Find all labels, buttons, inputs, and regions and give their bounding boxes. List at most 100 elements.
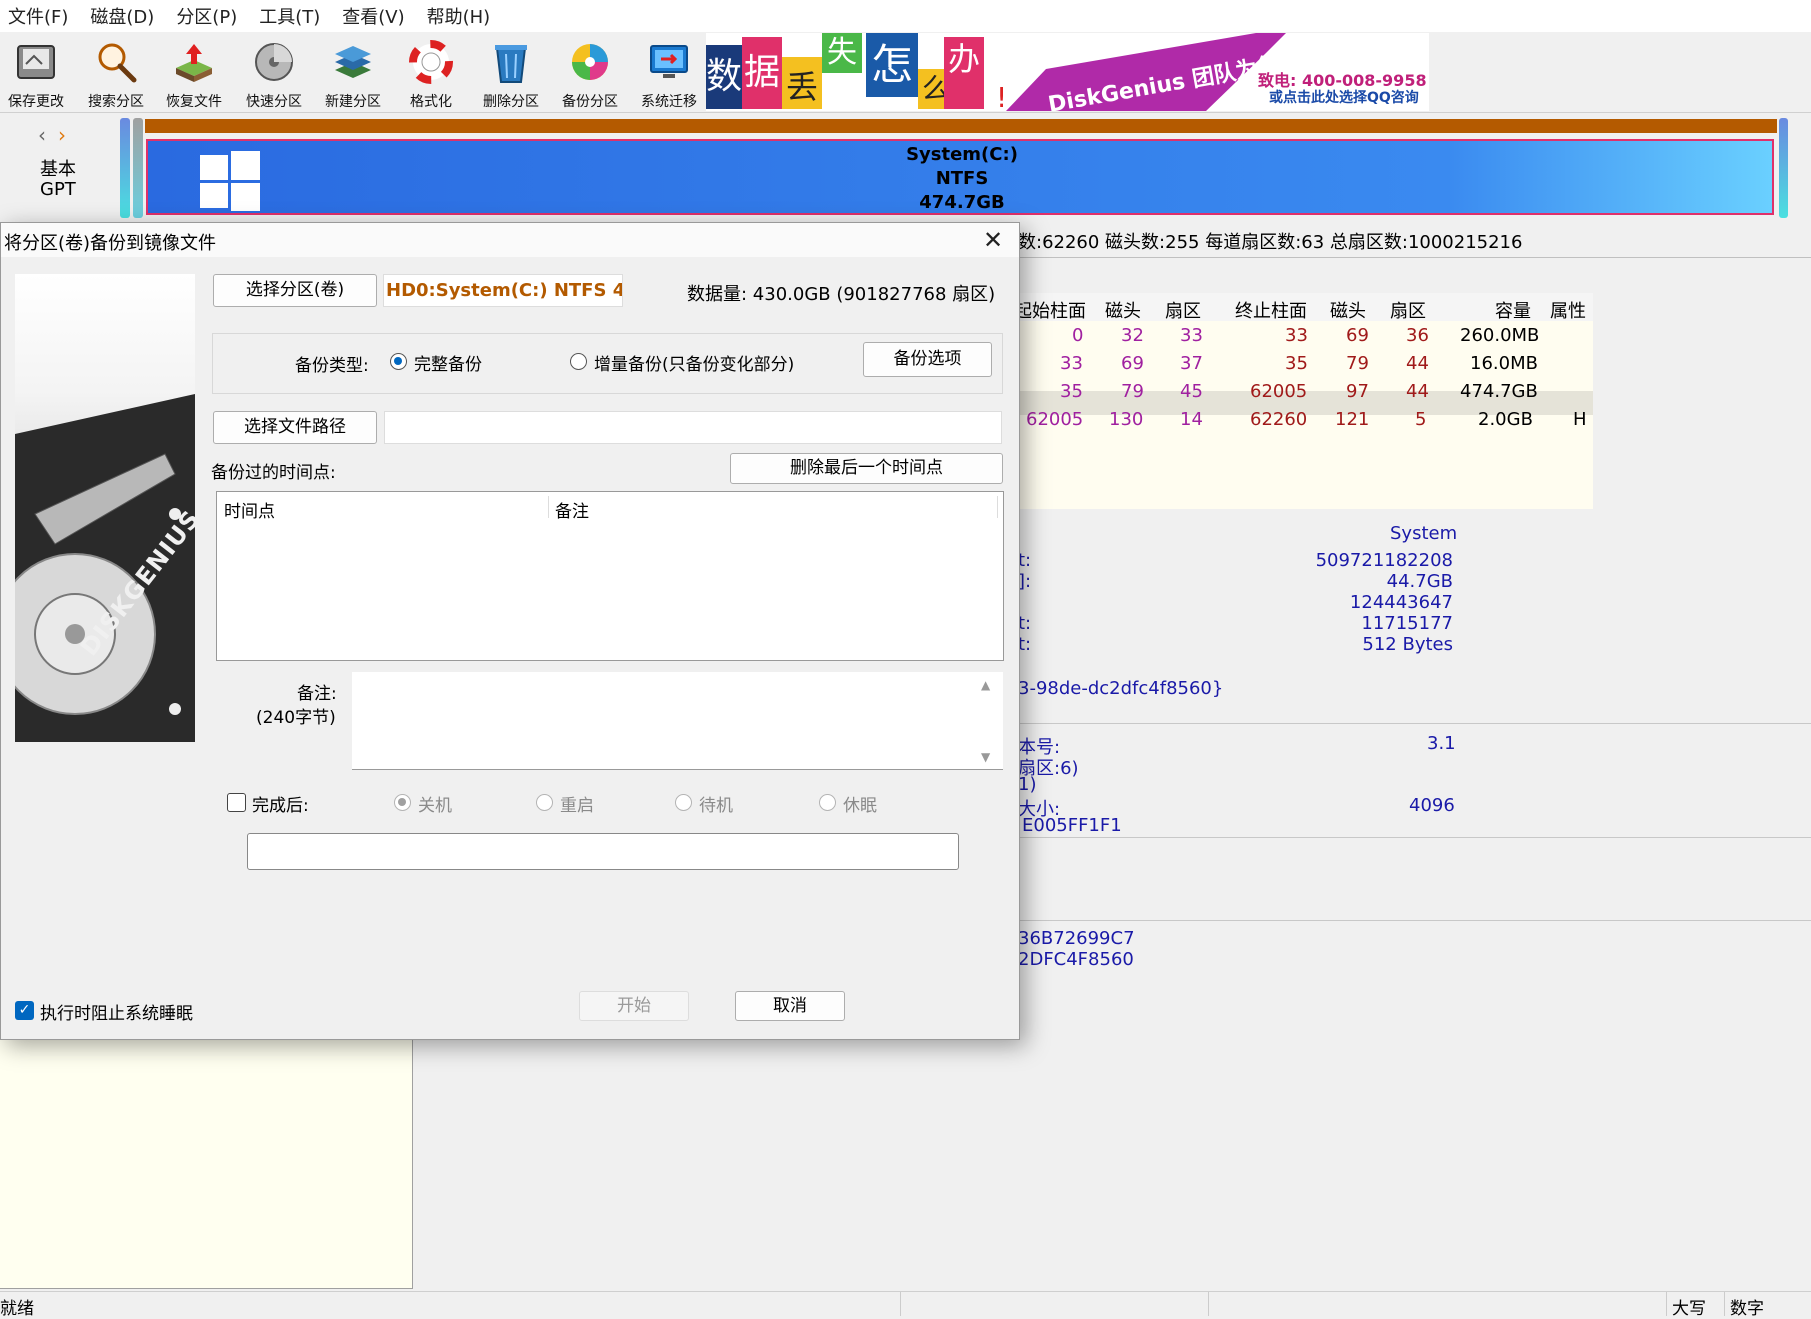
caps-lock-indicator: 大写 (1672, 1299, 1706, 1319)
recover-files-icon (176, 44, 212, 82)
col-header-timepoint[interactable]: 时间点 (224, 497, 275, 522)
shutdown-radio[interactable] (394, 794, 411, 811)
quick-partition-icon (255, 43, 293, 81)
divider (900, 1292, 901, 1316)
detail-total-clusters: 124443647 (1349, 592, 1453, 613)
standby-label: 待机 (699, 796, 733, 816)
select-file-path-button[interactable]: 选择文件路径 (213, 411, 377, 444)
divider (1208, 1292, 1209, 1316)
next-disk-icon[interactable]: › (58, 123, 66, 147)
banner-qq-link[interactable]: 或点击此处选择QQ咨询 (1269, 87, 1419, 107)
hibernate-radio[interactable] (819, 794, 836, 811)
partition-name: System(C:) (906, 144, 1018, 165)
col-header-note[interactable]: 备注 (555, 497, 589, 522)
disk-map-area: ‹ › 基本 GPT System(C:) NTFS 474.7GB (0, 113, 1811, 223)
progress-bar (247, 833, 959, 870)
magnifier-icon (98, 43, 137, 83)
note-textarea[interactable] (352, 672, 1003, 770)
dialog-title: 将分区(卷)备份到镜像文件 (4, 233, 217, 254)
close-icon[interactable]: ✕ (973, 223, 1013, 257)
col-header-head[interactable]: 磁头 (1105, 297, 1141, 323)
divider (1018, 257, 1811, 258)
full-backup-radio[interactable] (390, 353, 407, 370)
banner-char: 失 (822, 33, 862, 73)
delete-last-timepoint-button[interactable]: 删除最后一个时间点 (730, 453, 1003, 484)
full-backup-label: 完整备份 (414, 355, 482, 375)
menu-partition[interactable]: 分区(P) (176, 3, 237, 29)
partition-header-bar (145, 119, 1777, 133)
new-partition-icon (335, 46, 371, 78)
new-partition-button[interactable]: 新建分区 (314, 32, 392, 112)
prevent-sleep-checkbox[interactable]: ✓ (15, 1001, 34, 1020)
standby-radio[interactable] (675, 794, 692, 811)
prev-disk-icon[interactable]: ‹ (38, 123, 46, 147)
dialog-titlebar: 将分区(卷)备份到镜像文件 ✕ (1, 223, 1019, 257)
scroll-up-icon[interactable]: ▲ (981, 678, 990, 692)
hard-drive-image: DISKGENIUS (15, 274, 195, 742)
save-changes-button[interactable]: 保存更改 (0, 32, 75, 112)
menu-help[interactable]: 帮助(H) (427, 3, 491, 29)
menu-view[interactable]: 查看(V) (342, 3, 404, 29)
menu-file[interactable]: 文件(F) (8, 3, 68, 29)
menu-disk[interactable]: 磁盘(D) (90, 3, 154, 29)
restart-label: 重启 (560, 796, 594, 816)
scroll-down-icon[interactable]: ▼ (981, 750, 990, 764)
shutdown-label: 关机 (418, 796, 452, 816)
divider (1018, 837, 1811, 838)
divider (1018, 723, 1811, 724)
incremental-backup-radio[interactable] (570, 353, 587, 370)
after-completion-checkbox[interactable] (227, 793, 246, 812)
detail-guid: 3-98de-dc2dfc4f8560} (1018, 678, 1224, 699)
status-text: 就绪 (0, 1299, 34, 1319)
system-migration-button[interactable]: 系统迁移 (630, 32, 708, 112)
start-button[interactable]: 开始 (579, 991, 689, 1021)
partition-size: 474.7GB (919, 192, 1005, 213)
partition-system-c[interactable]: System(C:) NTFS 474.7GB (146, 139, 1774, 215)
quick-partition-button[interactable]: 快速分区 (235, 32, 313, 112)
backup-options-button[interactable]: 备份选项 (863, 342, 992, 377)
disk-style-label: GPT (40, 179, 76, 200)
select-partition-button[interactable]: 选择分区(卷) (213, 274, 377, 307)
partition-strip-recovery[interactable] (1779, 118, 1788, 218)
delete-partition-button[interactable]: 删除分区 (472, 32, 550, 112)
col-header-start-cyl[interactable]: 起始柱面 (1014, 297, 1086, 323)
partition-strip-msr[interactable] (133, 118, 143, 218)
backup-to-image-dialog: 将分区(卷)备份到镜像文件 ✕ DISKGENIUS 选择分区(卷) HD0:S… (0, 222, 1020, 1040)
menu-tools[interactable]: 工具(T) (259, 3, 320, 29)
disk-type-label: 基本 (40, 159, 76, 180)
timepoints-list[interactable]: 时间点 备注 (216, 491, 1004, 661)
divider (1018, 920, 1811, 921)
save-disk-icon (17, 45, 55, 79)
divider (1666, 1292, 1667, 1316)
disk-geometry-info: 数:62260 磁头数:255 每道扇区数:63 总扇区数:1000215216 (1018, 232, 1523, 253)
search-partition-button[interactable]: 搜索分区 (77, 32, 155, 112)
data-amount-label: 数据量: 430.0GB (901827768 扇区) (687, 284, 996, 305)
recover-files-button[interactable]: 恢复文件 (155, 32, 233, 112)
hibernate-label: 休眠 (843, 796, 877, 816)
advertisement-banner[interactable]: 数 据 丢 失 怎 么 办 ! DiskGenius 团队为您服务 致电: 40… (706, 33, 1429, 111)
detail-total-bytes: 509721182208 (1315, 550, 1453, 571)
col-header-end-cyl[interactable]: 终止柱面 (1235, 297, 1307, 323)
trash-bin-icon (495, 45, 527, 83)
detail-free-clusters: 11715177 (1361, 613, 1453, 634)
prevent-sleep-label: 执行时阻止系统睡眠 (40, 1004, 193, 1024)
format-button[interactable]: 格式化 (392, 32, 470, 112)
banner-char: 办 (944, 37, 984, 109)
detail-paren-label: 1) (1018, 774, 1037, 795)
col-header-attr[interactable]: 属性 (1550, 297, 1586, 323)
note-limit-label: (240字节) (256, 708, 336, 728)
disk-tree-panel[interactable] (0, 1038, 413, 1289)
partition-strip-efi[interactable] (120, 118, 130, 218)
col-header-end-head[interactable]: 磁头 (1330, 297, 1366, 323)
col-header-end-sector[interactable]: 扇区 (1390, 297, 1426, 323)
detail-version-value: 3.1 (1427, 733, 1456, 754)
col-header-capacity[interactable]: 容量 (1495, 297, 1531, 323)
detail-hex2: 36B72699C7 (1018, 928, 1135, 949)
cancel-button[interactable]: 取消 (735, 991, 845, 1021)
selected-partition-field: HD0:System(C:) NTFS 474.7 (383, 274, 623, 307)
file-path-input[interactable] (384, 411, 1002, 444)
divider (997, 496, 998, 518)
restart-radio[interactable] (536, 794, 553, 811)
col-header-sector[interactable]: 扇区 (1165, 297, 1201, 323)
backup-partition-button[interactable]: 备份分区 (551, 32, 629, 112)
